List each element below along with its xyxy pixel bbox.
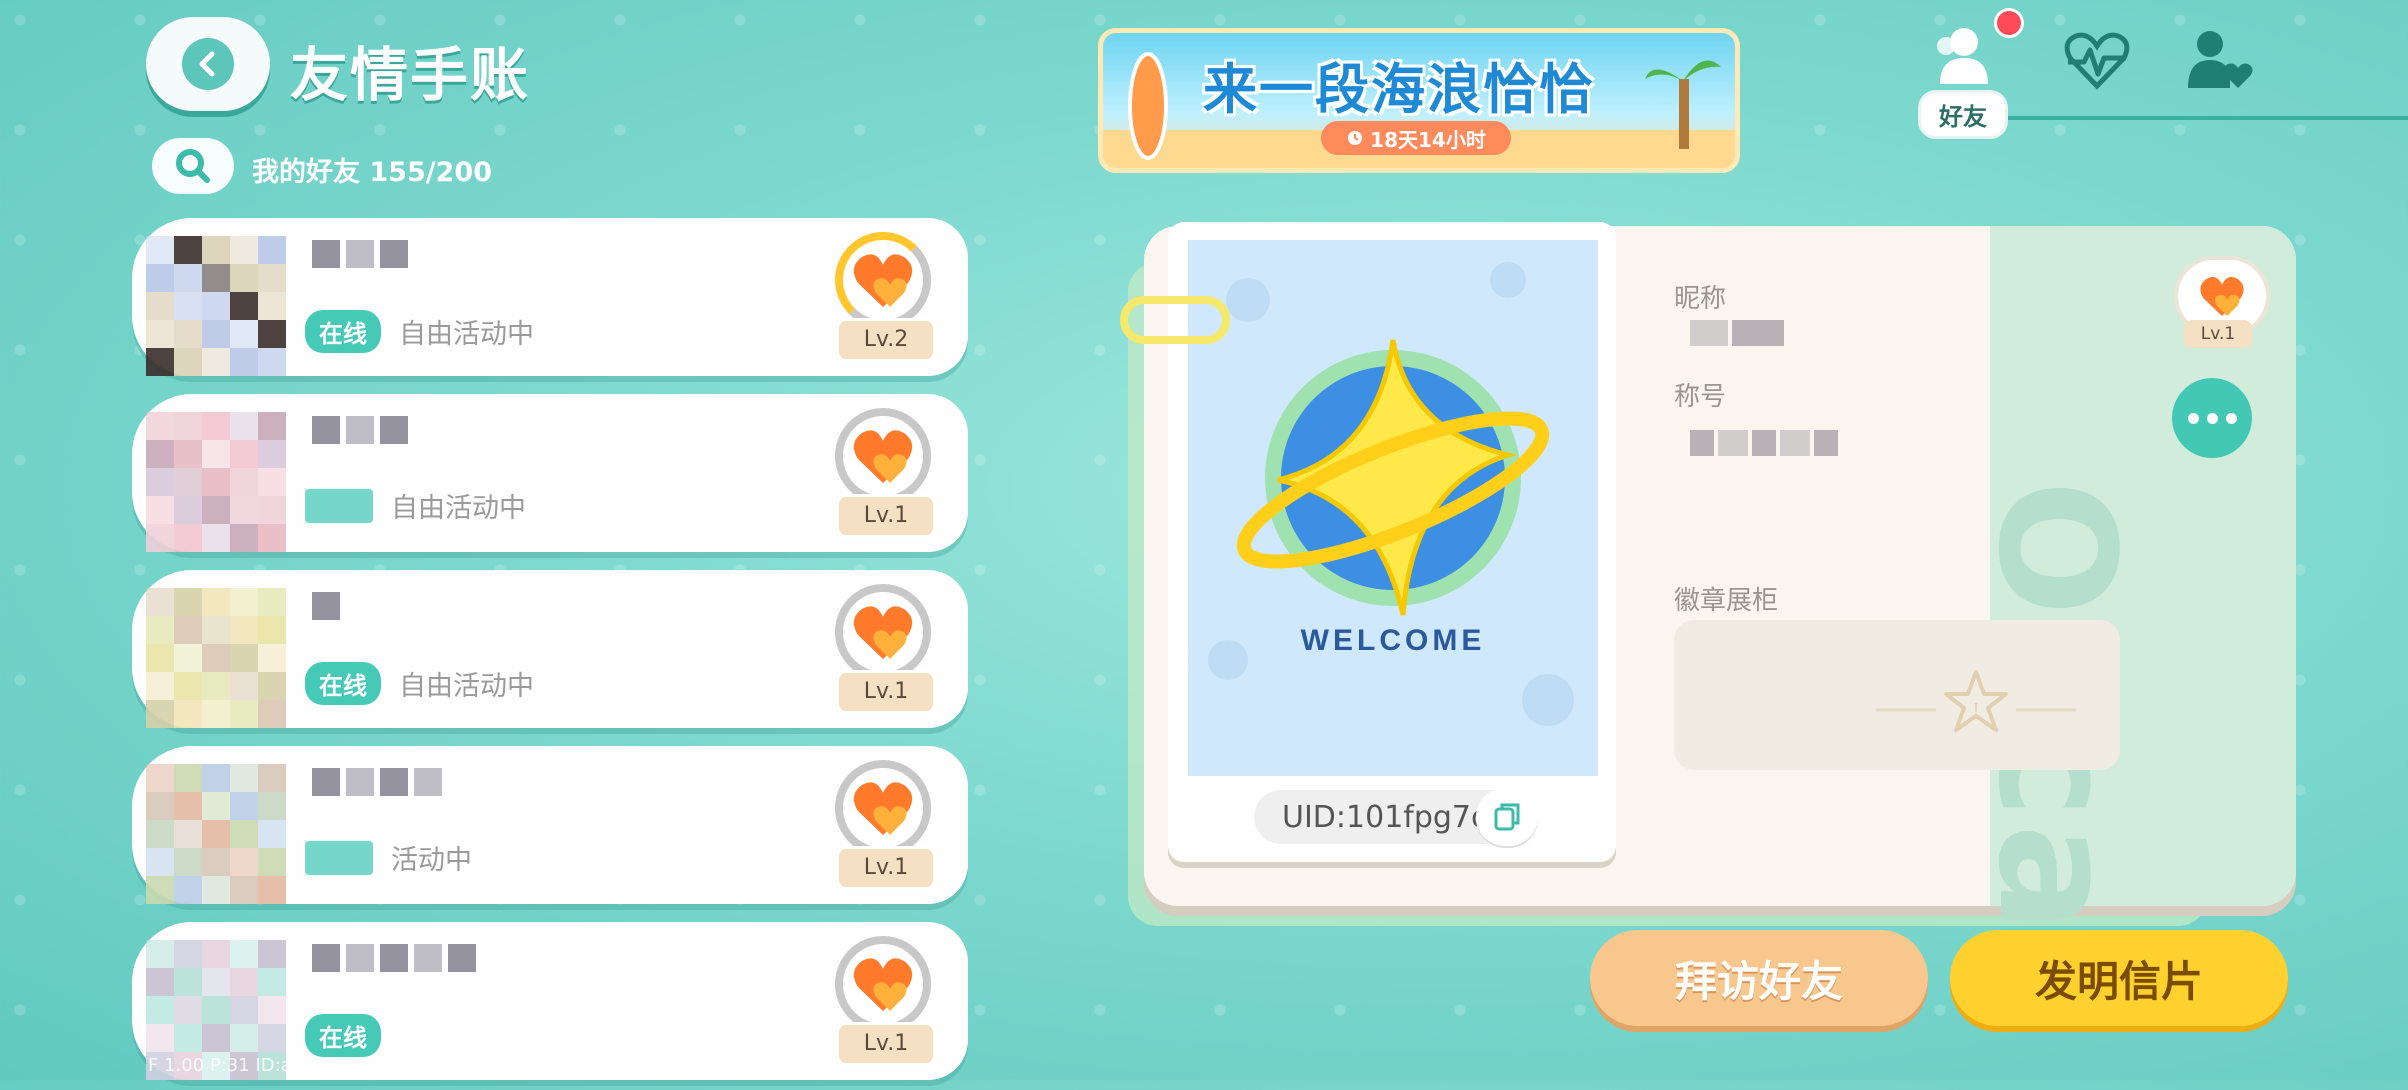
friend-status: 在线 自由活动中 (305, 310, 534, 353)
notification-dot (1994, 8, 2024, 38)
banner-timer: 18天14小时 (1321, 121, 1511, 155)
friendship-level: Lv.2 (830, 232, 940, 362)
friend-name (312, 768, 442, 820)
more-options-button[interactable] (2172, 378, 2252, 458)
empty-badge-star-icon: ! (1876, 670, 2076, 732)
tab-close-friends[interactable] (2184, 28, 2254, 92)
friend-activity: 自由活动中 (399, 671, 534, 702)
friend-avatar[interactable] (146, 236, 296, 386)
surfboard-icon (1128, 52, 1168, 160)
friendship-level: Lv.1 (830, 760, 940, 890)
copy-uid-button[interactable] (1476, 788, 1538, 846)
paper-clip-icon (1120, 296, 1230, 344)
visit-friend-button[interactable]: 拜访好友 (1590, 930, 1928, 1026)
level-label: Lv.1 (836, 1022, 936, 1066)
badge-cabinet-label: 徽章展柜 (1674, 586, 1779, 616)
friendship-level: Lv.1 (830, 584, 940, 714)
friend-name (312, 592, 340, 644)
friend-activity: 活动中 (391, 845, 472, 876)
friend-card[interactable]: 在线 自由活动中 Lv.1 (132, 570, 968, 728)
profile-photo[interactable]: WELCOME (1188, 240, 1598, 776)
heartbeat-icon (2064, 32, 2130, 90)
status-blur (305, 840, 373, 875)
friend-avatar[interactable] (146, 412, 296, 562)
profile-level-text: Lv.1 (2184, 320, 2252, 348)
search-icon (176, 149, 210, 183)
clock-icon (1348, 131, 1363, 145)
level-label: Lv.1 (836, 670, 936, 714)
friend-card[interactable]: 在线 自由活动中 Lv.2 (132, 218, 968, 376)
search-button[interactable] (152, 138, 234, 194)
friendship-level: Lv.1 (830, 936, 940, 1066)
back-button[interactable] (146, 17, 270, 111)
heart-icon (835, 760, 931, 856)
heart-icon (835, 408, 931, 504)
photo-welcome-text: WELCOME (1301, 624, 1486, 657)
person-heart-icon (2188, 31, 2253, 88)
tab-activity[interactable] (2062, 28, 2132, 92)
title-label: 称号 (1674, 382, 1727, 412)
send-postcard-button[interactable]: 发明信片 (1950, 930, 2288, 1026)
friend-activity: 自由活动中 (391, 493, 526, 524)
friendship-level: Lv.1 (830, 408, 940, 538)
level-label: Lv.1 (836, 494, 936, 538)
debug-overlay: F 1.00 P:31 ID:azrk1cm (148, 1055, 358, 1076)
friend-status: 自由活动中 (305, 486, 526, 525)
copy-icon (1494, 803, 1520, 831)
heart-icon (835, 584, 931, 680)
friend-avatar[interactable] (146, 764, 296, 914)
friend-name (312, 416, 408, 468)
heart-icon (835, 936, 931, 1032)
friend-card[interactable]: 活动中 Lv.1 (132, 746, 968, 904)
friend-status: 在线 自由活动中 (305, 662, 534, 705)
friend-avatar[interactable] (146, 588, 296, 738)
level-label: Lv.2 (836, 318, 936, 362)
svg-text:!: ! (1972, 700, 1979, 721)
back-arrow-icon (182, 38, 234, 90)
online-badge: 在线 (305, 310, 381, 353)
level-label: Lv.1 (836, 846, 936, 890)
event-banner[interactable]: 来一段海浪恰恰 18天14小时 (1098, 28, 1740, 173)
banner-timer-text: 18天14小时 (1370, 127, 1486, 152)
friend-count: 我的好友 155/200 (252, 157, 492, 188)
more-dot-icon (2187, 412, 2199, 424)
friend-card[interactable]: 自由活动中 Lv.1 (132, 394, 968, 552)
friend-status: 在线 (305, 1014, 381, 1057)
banner-title: 来一段海浪恰恰 (1203, 58, 1595, 121)
status-blur (305, 488, 373, 523)
welcome-planet-illustration: WELCOME (1208, 262, 1574, 726)
online-badge: 在线 (305, 662, 381, 705)
palm-tree-icon (1645, 60, 1721, 149)
profile-level-badge: Lv.1 (2170, 256, 2270, 352)
page-title: 友情手账 (290, 41, 531, 109)
tab-friends-label: 好友 (1918, 90, 2008, 139)
tabs-underline (1950, 116, 2408, 120)
friend-name (312, 240, 408, 292)
heart-icon (835, 232, 931, 328)
friends-icon (1937, 28, 1988, 84)
friend-status: 活动中 (305, 838, 472, 877)
nickname-value (1690, 320, 1784, 346)
online-badge: 在线 (305, 1014, 381, 1057)
title-value (1690, 430, 1838, 456)
nickname-label: 昵称 (1674, 284, 1727, 314)
friend-activity: 自由活动中 (399, 319, 534, 350)
friend-name (312, 944, 476, 996)
tab-friends[interactable]: 好友 (1918, 24, 2008, 139)
